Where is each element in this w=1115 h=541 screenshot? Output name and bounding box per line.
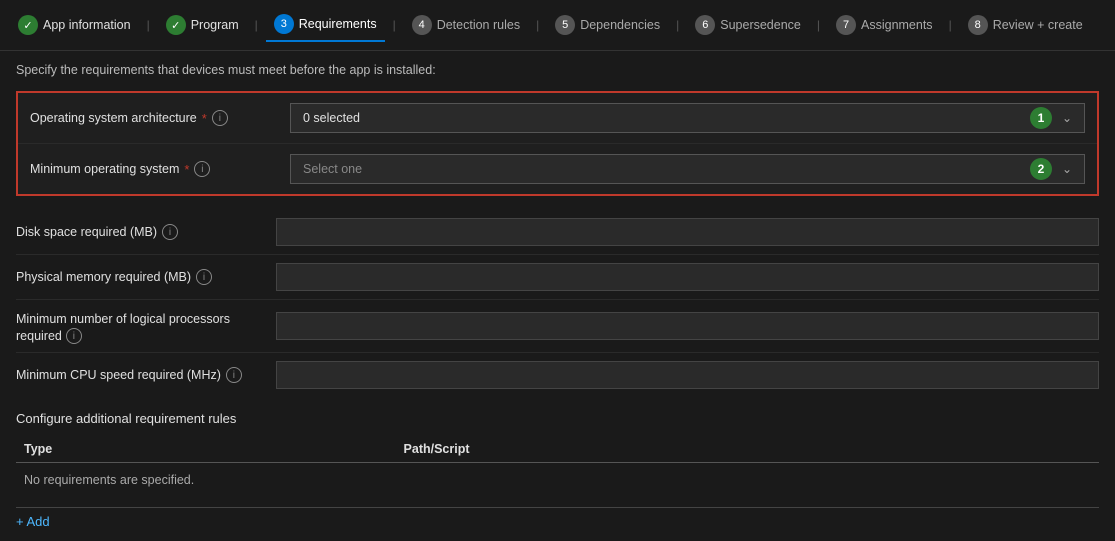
disk-space-label: Disk space required (MB) i	[16, 224, 276, 240]
empty-message: No requirements are specified.	[16, 463, 1099, 498]
nav-icon-assignments: 7	[836, 15, 856, 35]
min-cpu-speed-row: Minimum CPU speed required (MHz) i	[16, 353, 1099, 397]
physical-memory-input[interactable]	[276, 263, 1099, 291]
nav-item-app-information[interactable]: ✓ App information	[10, 9, 139, 41]
additional-requirements-section: Configure additional requirement rules T…	[16, 411, 1099, 529]
nav-label-requirements: Requirements	[299, 17, 377, 31]
nav-divider-1: |	[145, 18, 152, 32]
min-logical-processors-row: Minimum number of logical processors req…	[16, 300, 1099, 353]
table-row: No requirements are specified.	[16, 463, 1099, 498]
nav-item-assignments[interactable]: 7 Assignments	[828, 9, 941, 41]
min-cpu-speed-label: Minimum CPU speed required (MHz) i	[16, 367, 276, 383]
nav-icon-requirements: 3	[274, 14, 294, 34]
os-architecture-dropdown[interactable]: 0 selected 1 ⌄	[290, 103, 1085, 133]
nav-label-assignments: Assignments	[861, 18, 933, 32]
nav-label-app-information: App information	[43, 18, 131, 32]
min-logical-processors-control	[276, 312, 1099, 340]
top-navigation: ✓ App information | ✓ Program | 3 Requir…	[0, 0, 1115, 51]
os-architecture-badge: 1	[1030, 107, 1052, 129]
disk-space-info-icon[interactable]: i	[162, 224, 178, 240]
min-os-value: Select one	[303, 162, 362, 176]
column-path-script: Path/Script	[396, 436, 1099, 463]
min-logical-processors-label-line1: Minimum number of logical processors	[16, 312, 230, 326]
nav-divider-3: |	[391, 18, 398, 32]
nav-divider-7: |	[947, 18, 954, 32]
nav-label-supersedence: Supersedence	[720, 18, 801, 32]
nav-icon-review-create: 8	[968, 15, 988, 35]
nav-divider-4: |	[534, 18, 541, 32]
configure-title: Configure additional requirement rules	[16, 411, 1099, 426]
physical-memory-label: Physical memory required (MB) i	[16, 269, 276, 285]
requirements-table: Type Path/Script No requirements are spe…	[16, 436, 1099, 497]
nav-icon-detection-rules: 4	[412, 15, 432, 35]
add-link[interactable]: + Add	[16, 514, 50, 529]
min-cpu-speed-input[interactable]	[276, 361, 1099, 389]
min-os-badge: 2	[1030, 158, 1052, 180]
disk-space-control	[276, 218, 1099, 246]
physical-memory-row: Physical memory required (MB) i	[16, 255, 1099, 300]
min-logical-processors-label-line2: required i	[16, 328, 82, 344]
nav-item-supersedence[interactable]: 6 Supersedence	[687, 9, 809, 41]
min-os-required-star: *	[184, 162, 189, 177]
os-architecture-info-icon[interactable]: i	[212, 110, 228, 126]
os-architecture-row: Operating system architecture * i 0 sele…	[18, 93, 1097, 144]
os-architecture-required-star: *	[202, 111, 207, 126]
nav-item-dependencies[interactable]: 5 Dependencies	[547, 9, 668, 41]
min-os-chevron-icon: ⌄	[1062, 162, 1072, 176]
nav-icon-supersedence: 6	[695, 15, 715, 35]
os-architecture-control: 0 selected 1 ⌄	[290, 103, 1085, 133]
nav-icon-dependencies: 5	[555, 15, 575, 35]
nav-item-requirements[interactable]: 3 Requirements	[266, 8, 385, 42]
physical-memory-control	[276, 263, 1099, 291]
os-architecture-chevron-icon: ⌄	[1062, 111, 1072, 125]
page-subtitle: Specify the requirements that devices mu…	[16, 63, 1099, 77]
nav-item-review-create[interactable]: 8 Review + create	[960, 9, 1091, 41]
min-os-label: Minimum operating system * i	[30, 161, 290, 177]
min-os-dropdown[interactable]: Select one 2 ⌄	[290, 154, 1085, 184]
min-logical-processors-label: Minimum number of logical processors req…	[16, 312, 276, 344]
table-divider	[16, 507, 1099, 508]
min-os-info-icon[interactable]: i	[194, 161, 210, 177]
min-os-row: Minimum operating system * i Select one …	[18, 144, 1097, 194]
disk-space-row: Disk space required (MB) i	[16, 210, 1099, 255]
min-logical-processors-input[interactable]	[276, 312, 1099, 340]
nav-label-program: Program	[191, 18, 239, 32]
column-type: Type	[16, 436, 396, 463]
nav-icon-program: ✓	[166, 15, 186, 35]
min-cpu-speed-control	[276, 361, 1099, 389]
nav-item-program[interactable]: ✓ Program	[158, 9, 247, 41]
nav-label-detection-rules: Detection rules	[437, 18, 520, 32]
nav-divider-2: |	[253, 18, 260, 32]
os-architecture-label: Operating system architecture * i	[30, 110, 290, 126]
nav-icon-app-information: ✓	[18, 15, 38, 35]
nav-divider-5: |	[674, 18, 681, 32]
physical-memory-info-icon[interactable]: i	[196, 269, 212, 285]
min-cpu-speed-info-icon[interactable]: i	[226, 367, 242, 383]
min-os-control: Select one 2 ⌄	[290, 154, 1085, 184]
disk-space-input[interactable]	[276, 218, 1099, 246]
os-architecture-value: 0 selected	[303, 111, 360, 125]
required-fields-section: Operating system architecture * i 0 sele…	[16, 91, 1099, 196]
main-content: Specify the requirements that devices mu…	[0, 51, 1115, 541]
nav-label-dependencies: Dependencies	[580, 18, 660, 32]
nav-label-review-create: Review + create	[993, 18, 1083, 32]
table-header-row: Type Path/Script	[16, 436, 1099, 463]
nav-divider-6: |	[815, 18, 822, 32]
optional-fields-section: Disk space required (MB) i Physical memo…	[16, 210, 1099, 397]
min-logical-processors-info-icon[interactable]: i	[66, 328, 82, 344]
nav-item-detection-rules[interactable]: 4 Detection rules	[404, 9, 528, 41]
